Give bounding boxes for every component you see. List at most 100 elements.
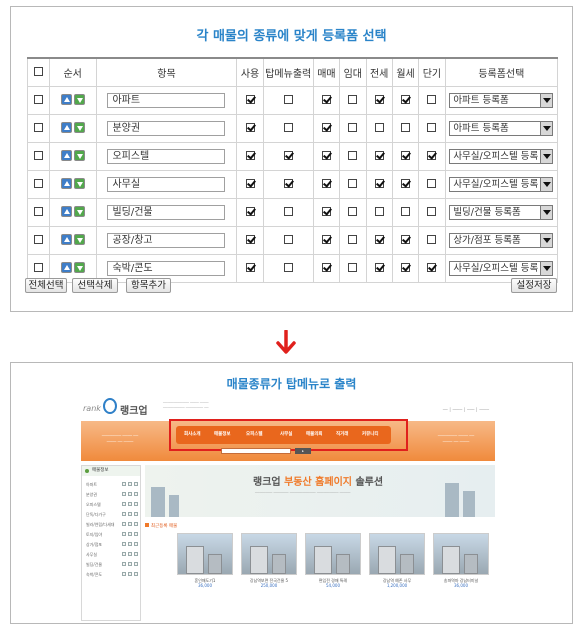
- move-up-icon[interactable]: [60, 234, 72, 246]
- short-checkbox[interactable]: [427, 123, 437, 132]
- listing-caption[interactable]: 송파역마 강남터미널 36,000: [431, 578, 491, 588]
- short-checkbox[interactable]: [427, 207, 437, 216]
- site-search-input[interactable]: [221, 448, 291, 454]
- row-select-checkbox[interactable]: [33, 151, 43, 160]
- sidebar-item[interactable]: 빌라/연립/다세대: [86, 522, 140, 528]
- wolse-checkbox[interactable]: [401, 179, 411, 188]
- row-select-checkbox[interactable]: [33, 179, 43, 188]
- checkbox[interactable]: [33, 67, 43, 77]
- sidebar-item[interactable]: 빌딩/건물: [86, 562, 140, 568]
- add-item-button[interactable]: 항목추가: [126, 278, 171, 293]
- item-name-field[interactable]: 아파트: [107, 92, 226, 108]
- sidebar-item[interactable]: 상가/점포: [86, 542, 140, 548]
- use-checkbox[interactable]: [245, 151, 255, 160]
- sale-checkbox[interactable]: [321, 179, 331, 188]
- use-checkbox[interactable]: [245, 235, 255, 244]
- row-select-cell[interactable]: [27, 225, 50, 255]
- move-up-icon[interactable]: [60, 178, 72, 190]
- lease-checkbox[interactable]: [348, 179, 358, 188]
- jeonse-cell[interactable]: [365, 169, 393, 199]
- jeonse-cell[interactable]: [365, 225, 393, 255]
- sidebar-item[interactable]: 단독/다가구: [86, 512, 140, 518]
- jeonse-checkbox[interactable]: [374, 235, 384, 244]
- topmenu-cell[interactable]: [262, 141, 314, 171]
- delete-selected-button[interactable]: 선택삭제: [72, 278, 118, 293]
- lease-cell[interactable]: [339, 253, 367, 283]
- use-checkbox[interactable]: [245, 207, 255, 216]
- item-name-field[interactable]: 빌딩/건물: [107, 204, 226, 220]
- row-select-cell[interactable]: [27, 197, 50, 227]
- move-down-icon[interactable]: [73, 94, 85, 106]
- use-cell[interactable]: [236, 85, 264, 115]
- move-up-icon[interactable]: [60, 262, 72, 274]
- use-cell[interactable]: [236, 197, 264, 227]
- chevron-down-icon[interactable]: [540, 93, 553, 107]
- item-name-field[interactable]: 공장/창고: [107, 232, 226, 248]
- short-checkbox[interactable]: [427, 263, 437, 272]
- sale-cell[interactable]: [312, 225, 341, 255]
- use-checkbox[interactable]: [245, 263, 255, 272]
- row-select-checkbox[interactable]: [33, 123, 43, 132]
- form-type-select[interactable]: 아파트 등록폼: [449, 92, 554, 108]
- wolse-checkbox[interactable]: [401, 263, 411, 272]
- move-up-icon[interactable]: [60, 150, 72, 162]
- lease-checkbox[interactable]: [348, 151, 358, 160]
- topmenu-cell[interactable]: [262, 253, 314, 283]
- jeonse-checkbox[interactable]: [374, 95, 384, 104]
- sale-cell[interactable]: [312, 253, 341, 283]
- wolse-cell[interactable]: [391, 253, 420, 283]
- row-select-checkbox[interactable]: [33, 263, 43, 272]
- wolse-cell[interactable]: [391, 85, 420, 115]
- wolse-cell[interactable]: [391, 113, 420, 143]
- short-cell[interactable]: [418, 197, 446, 227]
- sale-checkbox[interactable]: [321, 123, 331, 132]
- use-cell[interactable]: [236, 169, 264, 199]
- topmenu-checkbox[interactable]: [283, 235, 293, 244]
- wolse-cell[interactable]: [391, 225, 420, 255]
- topmenu-checkbox[interactable]: [283, 179, 293, 188]
- save-settings-button[interactable]: 설정저장: [511, 278, 557, 293]
- sale-cell[interactable]: [312, 197, 341, 227]
- wolse-cell[interactable]: [391, 141, 420, 171]
- form-type-select[interactable]: 상가/점포 등록폼: [449, 232, 554, 248]
- lease-cell[interactable]: [339, 113, 367, 143]
- row-select-checkbox[interactable]: [33, 207, 43, 216]
- lease-cell[interactable]: [339, 197, 367, 227]
- sale-checkbox[interactable]: [321, 263, 331, 272]
- listing-thumbnail[interactable]: [433, 533, 489, 575]
- item-name-field[interactable]: 사무실: [107, 176, 226, 192]
- sidebar-item[interactable]: 오피스텔: [86, 502, 140, 508]
- wolse-checkbox[interactable]: [401, 207, 411, 216]
- topmenu-cell[interactable]: [262, 85, 314, 115]
- lease-cell[interactable]: [339, 225, 367, 255]
- sale-cell[interactable]: [312, 169, 341, 199]
- move-up-icon[interactable]: [60, 122, 72, 134]
- topmenu-checkbox[interactable]: [283, 207, 293, 216]
- move-down-icon[interactable]: [73, 234, 85, 246]
- wolse-checkbox[interactable]: [401, 95, 411, 104]
- use-checkbox[interactable]: [245, 123, 255, 132]
- row-select-checkbox[interactable]: [33, 95, 43, 104]
- form-type-select[interactable]: 사무실/오피스텔 등록: [449, 148, 554, 164]
- form-type-select[interactable]: 빌딩/건물 등록폼: [449, 204, 554, 220]
- row-select-cell[interactable]: [27, 113, 50, 143]
- sale-checkbox[interactable]: [321, 151, 331, 160]
- move-down-icon[interactable]: [73, 178, 85, 190]
- topmenu-checkbox[interactable]: [283, 95, 293, 104]
- chevron-down-icon[interactable]: [540, 149, 553, 163]
- move-up-icon[interactable]: [60, 94, 72, 106]
- move-up-icon[interactable]: [60, 206, 72, 218]
- listing-thumbnail[interactable]: [305, 533, 361, 575]
- short-checkbox[interactable]: [427, 179, 437, 188]
- topmenu-checkbox[interactable]: [283, 263, 293, 272]
- lease-checkbox[interactable]: [348, 207, 358, 216]
- topmenu-cell[interactable]: [262, 225, 314, 255]
- topmenu-checkbox[interactable]: [283, 151, 293, 160]
- short-cell[interactable]: [418, 113, 446, 143]
- move-down-icon[interactable]: [73, 122, 85, 134]
- lease-cell[interactable]: [339, 141, 367, 171]
- use-checkbox[interactable]: [245, 95, 255, 104]
- form-type-select[interactable]: 아파트 등록폼: [449, 120, 554, 136]
- use-cell[interactable]: [236, 253, 264, 283]
- listing-caption[interactable]: 강남역보면 전국건물 5 250,000: [239, 578, 299, 588]
